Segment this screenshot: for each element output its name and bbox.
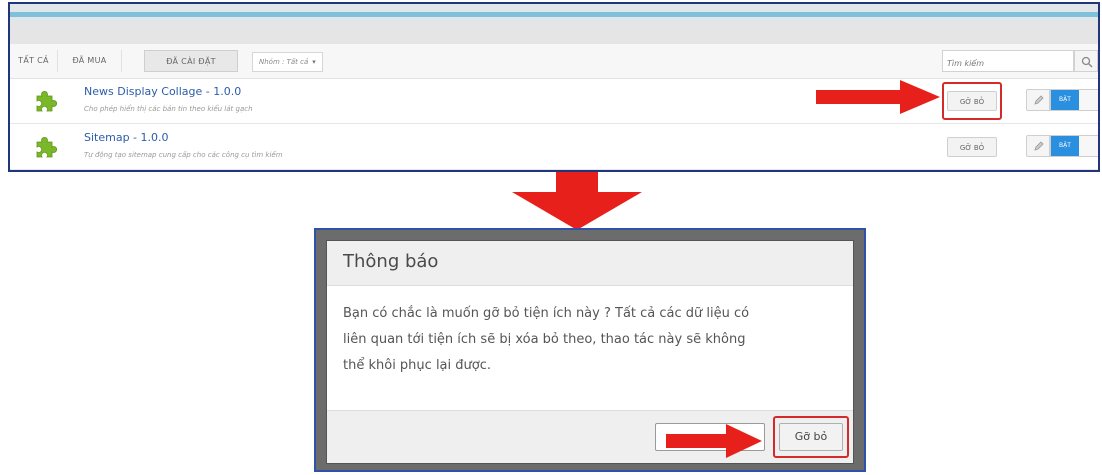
group-filter-label: Nhóm : Tất cả — [259, 58, 309, 66]
uninstall-button[interactable]: GỠ BỎ — [947, 137, 997, 157]
enable-toggle[interactable]: BẬT — [1050, 135, 1098, 157]
dialog-header: Thông báo — [327, 241, 853, 286]
tab-installed[interactable]: ĐÃ CÀI ĐẶT — [144, 50, 238, 72]
dialog-message: Bạn có chắc là muốn gỡ bỏ tiện ích này ?… — [343, 301, 843, 379]
toggle-on-label: BẬT — [1051, 90, 1079, 110]
confirm-dialog: Thông báo Bạn có chắc là muốn gỡ bỏ tiện… — [326, 240, 854, 464]
tab-all[interactable]: TẤT CẢ — [10, 50, 58, 72]
puzzle-icon — [36, 137, 57, 158]
search-icon — [1081, 56, 1093, 68]
chevron-down-icon: ▾ — [312, 58, 316, 66]
pencil-icon — [1034, 141, 1044, 151]
plugin-title[interactable]: News Display Collage - 1.0.0 — [84, 85, 241, 98]
dialog-title: Thông báo — [343, 251, 439, 272]
dialog-message-line: thể khôi phục lại được. — [343, 358, 491, 373]
dialog-message-line: liên quan tới tiện ích sẽ bị xóa bỏ theo… — [343, 332, 746, 347]
dialog-footer: Gỡ bỏ — [327, 410, 853, 463]
top-stripe — [10, 12, 1098, 17]
tab-purchased[interactable]: ĐÃ MUA — [58, 50, 122, 72]
arrow-right-icon — [816, 80, 940, 114]
arrow-right-icon — [666, 424, 762, 458]
header-strip — [10, 22, 1098, 44]
search-input[interactable] — [943, 53, 1051, 74]
uninstall-button[interactable]: GỠ BỎ — [947, 91, 997, 111]
toggle-on-label: BẬT — [1051, 136, 1079, 156]
confirm-uninstall-button[interactable]: Gỡ bỏ — [779, 423, 843, 451]
dialog-message-line: Bạn có chắc là muốn gỡ bỏ tiện ích này ?… — [343, 306, 750, 321]
filter-toolbar: TẤT CẢ ĐÃ MUA ĐÃ CÀI ĐẶT Nhóm : Tất cả ▾ — [10, 44, 1098, 79]
plugin-description: Tự động tạo sitemap cung cấp cho các côn… — [84, 151, 283, 159]
arrow-down-icon — [512, 172, 642, 230]
dialog-overlay-frame: Thông báo Bạn có chắc là muốn gỡ bỏ tiện… — [314, 228, 866, 472]
edit-button[interactable] — [1026, 89, 1050, 111]
plugin-description: Cho phép hiển thị các bản tin theo kiểu … — [84, 105, 253, 113]
plugin-title[interactable]: Sitemap - 1.0.0 — [84, 131, 169, 144]
puzzle-icon — [36, 91, 57, 112]
top-bar — [10, 4, 1098, 22]
enable-toggle[interactable]: BẬT — [1050, 89, 1098, 111]
group-filter-dropdown[interactable]: Nhóm : Tất cả ▾ — [252, 52, 323, 72]
pencil-icon — [1034, 95, 1044, 105]
edit-button[interactable] — [1026, 135, 1050, 157]
plugin-row: Sitemap - 1.0.0 Tự động tạo sitemap cung… — [10, 125, 1098, 170]
search-box — [942, 50, 1074, 74]
search-button[interactable] — [1074, 50, 1098, 72]
